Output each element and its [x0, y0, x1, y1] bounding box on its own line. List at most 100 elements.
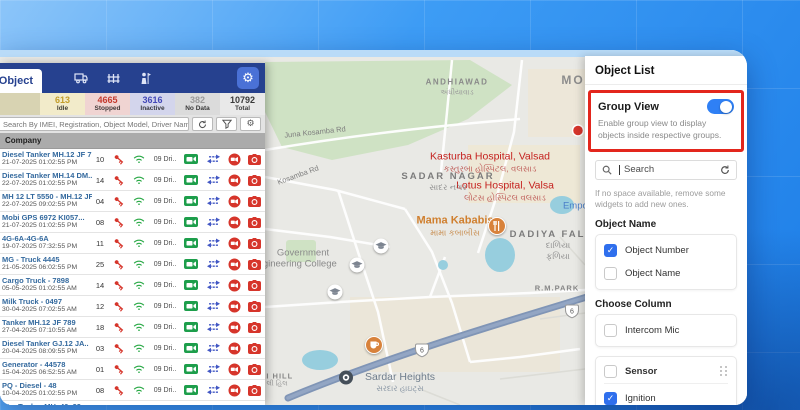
video-off-icon[interactable] — [224, 300, 245, 313]
video-off-icon[interactable] — [224, 363, 245, 376]
key-icon[interactable] — [108, 364, 128, 375]
group-header-company[interactable]: Company — [0, 133, 265, 149]
video-icon[interactable] — [180, 322, 202, 332]
swap-arrows-icon[interactable] — [202, 238, 224, 248]
key-icon[interactable] — [108, 322, 128, 333]
checkbox[interactable]: ✓ — [604, 324, 617, 337]
snapshot-camera-icon[interactable] — [245, 322, 264, 333]
route-shield[interactable]: 6 — [414, 343, 430, 363]
option-object-name[interactable]: ✓ Object Name — [604, 262, 728, 285]
vehicle-row[interactable]: Milk Truck - 0497 30-04-2025 07:02:55 AM… — [0, 296, 265, 317]
video-icon[interactable] — [180, 175, 202, 185]
vehicle-row[interactable]: Diesel Tanker MH.14 DM... 22-07-2025 01:… — [0, 170, 265, 191]
snapshot-camera-icon[interactable] — [245, 385, 264, 396]
key-icon[interactable] — [108, 217, 128, 228]
checkbox[interactable]: ✓ — [604, 267, 617, 280]
checkbox[interactable]: ✓ — [604, 365, 617, 378]
checkbox[interactable]: ✓ — [604, 392, 617, 405]
vehicle-name[interactable]: Diesel Tanker MH.12 JF 7... — [2, 150, 92, 159]
key-icon[interactable] — [108, 301, 128, 312]
status-segment-partial[interactable] — [0, 93, 40, 115]
key-icon[interactable] — [108, 238, 128, 249]
video-off-icon[interactable] — [224, 279, 245, 292]
college-marker[interactable] — [350, 258, 365, 273]
sardar-heights-marker[interactable] — [339, 370, 354, 390]
snapshot-camera-icon[interactable] — [245, 175, 264, 186]
option-intercom-mic[interactable]: ✓ Intercom Mic — [604, 319, 728, 342]
wifi-icon[interactable] — [128, 175, 150, 185]
person-flag-icon[interactable] — [139, 72, 151, 85]
truck-icon[interactable] — [74, 72, 88, 84]
driver-label[interactable]: 09 Dri.. — [150, 345, 180, 352]
video-off-icon[interactable] — [224, 384, 245, 397]
tab-object[interactable]: Object — [0, 69, 42, 93]
wifi-icon[interactable] — [128, 385, 150, 395]
snapshot-camera-icon[interactable] — [245, 238, 264, 249]
video-icon[interactable] — [180, 259, 202, 269]
wifi-icon[interactable] — [128, 217, 150, 227]
vehicle-row[interactable]: MH 12 LT 5550 - MH.12 JF 7... 22-07-2025… — [0, 191, 265, 212]
driver-label[interactable]: 09 Dri.. — [150, 240, 180, 247]
option-object-number[interactable]: ✓ Object Number — [604, 239, 728, 262]
route-shield[interactable]: 6 — [564, 304, 580, 324]
vehicle-name[interactable]: Milk Truck - 0497 — [2, 297, 92, 306]
video-icon[interactable] — [180, 343, 202, 353]
vehicle-row[interactable]: Diesel Tanker MH.12 JF 7... 21-07-2025 0… — [0, 149, 265, 170]
vehicle-name[interactable]: MH 12 LT 5550 - MH.12 JF 7... — [2, 192, 92, 201]
snapshot-camera-icon[interactable] — [245, 301, 264, 312]
key-icon[interactable] — [108, 385, 128, 396]
vehicle-row[interactable]: MG - Truck 4445 21-05-2025 06:02:55 PM 2… — [0, 254, 265, 275]
driver-label[interactable]: 09 Dri.. — [150, 198, 180, 205]
video-off-icon[interactable] — [224, 258, 245, 271]
video-off-icon[interactable] — [224, 321, 245, 334]
key-icon[interactable] — [108, 175, 128, 186]
wifi-icon[interactable] — [128, 196, 150, 206]
key-icon[interactable] — [108, 196, 128, 207]
driver-label[interactable]: 09 Dri.. — [150, 156, 180, 163]
video-icon[interactable] — [180, 385, 202, 395]
driver-label[interactable]: 09 Dri.. — [150, 282, 180, 289]
swap-arrows-icon[interactable] — [202, 280, 224, 290]
status-segment-total[interactable]: 10792Total — [220, 93, 265, 115]
driver-label[interactable]: 09 Dri.. — [150, 303, 180, 310]
vehicle-row[interactable]: PL - Tanker MH. 40. 33 10-03-2024 09:02:… — [0, 401, 265, 405]
vehicle-name[interactable]: MG - Truck 4445 — [2, 255, 92, 264]
widget-search-box[interactable]: Search — [595, 160, 737, 180]
option-sensor[interactable]: ✓ Sensor — [604, 361, 728, 384]
settings-gear-icon[interactable]: ⚙ — [237, 67, 259, 89]
driver-label[interactable]: 09 Dri.. — [150, 261, 180, 268]
filter-icon[interactable] — [216, 117, 237, 131]
video-off-icon[interactable] — [224, 342, 245, 355]
refresh-icon[interactable] — [720, 165, 730, 175]
driver-label[interactable]: 09 Dri.. — [150, 387, 180, 394]
swap-arrows-icon[interactable] — [202, 343, 224, 353]
snapshot-camera-icon[interactable] — [245, 280, 264, 291]
swap-arrows-icon[interactable] — [202, 154, 224, 164]
key-icon[interactable] — [108, 259, 128, 270]
vehicle-name[interactable]: PQ - Diesel - 48 — [2, 381, 92, 390]
swap-arrows-icon[interactable] — [202, 217, 224, 227]
vehicle-row[interactable]: 4G-6A-4G-6A 19-07-2025 07:32:55 PM 11 09… — [0, 233, 265, 254]
wifi-icon[interactable] — [128, 343, 150, 353]
vehicle-search-input[interactable] — [0, 117, 189, 131]
fence-icon[interactable] — [107, 72, 120, 84]
vehicle-name[interactable]: Tanker MH.12 JF 789 — [2, 318, 92, 327]
video-icon[interactable] — [180, 196, 202, 206]
hospital-dot-marker[interactable] — [572, 124, 585, 142]
swap-arrows-icon[interactable] — [202, 364, 224, 374]
gear-icon[interactable]: ⚙ — [240, 117, 261, 131]
status-segment-nodata[interactable]: 382No Data — [175, 93, 220, 115]
college-marker[interactable] — [374, 239, 389, 254]
vehicle-row[interactable]: Generator - 44578 15-04-2025 06:52:55 AM… — [0, 359, 265, 380]
video-off-icon[interactable] — [224, 153, 245, 166]
status-segment-stopped[interactable]: 4665Stopped — [85, 93, 130, 115]
restaurant-marker[interactable] — [488, 217, 506, 235]
video-icon[interactable] — [180, 238, 202, 248]
video-off-icon[interactable] — [224, 216, 245, 229]
swap-arrows-icon[interactable] — [202, 385, 224, 395]
wifi-icon[interactable] — [128, 364, 150, 374]
video-icon[interactable] — [180, 301, 202, 311]
vehicle-name[interactable]: Diesel Tanker GJ.12 JA.. — [2, 339, 92, 348]
refresh-icon[interactable] — [192, 117, 213, 131]
video-off-icon[interactable] — [224, 195, 245, 208]
